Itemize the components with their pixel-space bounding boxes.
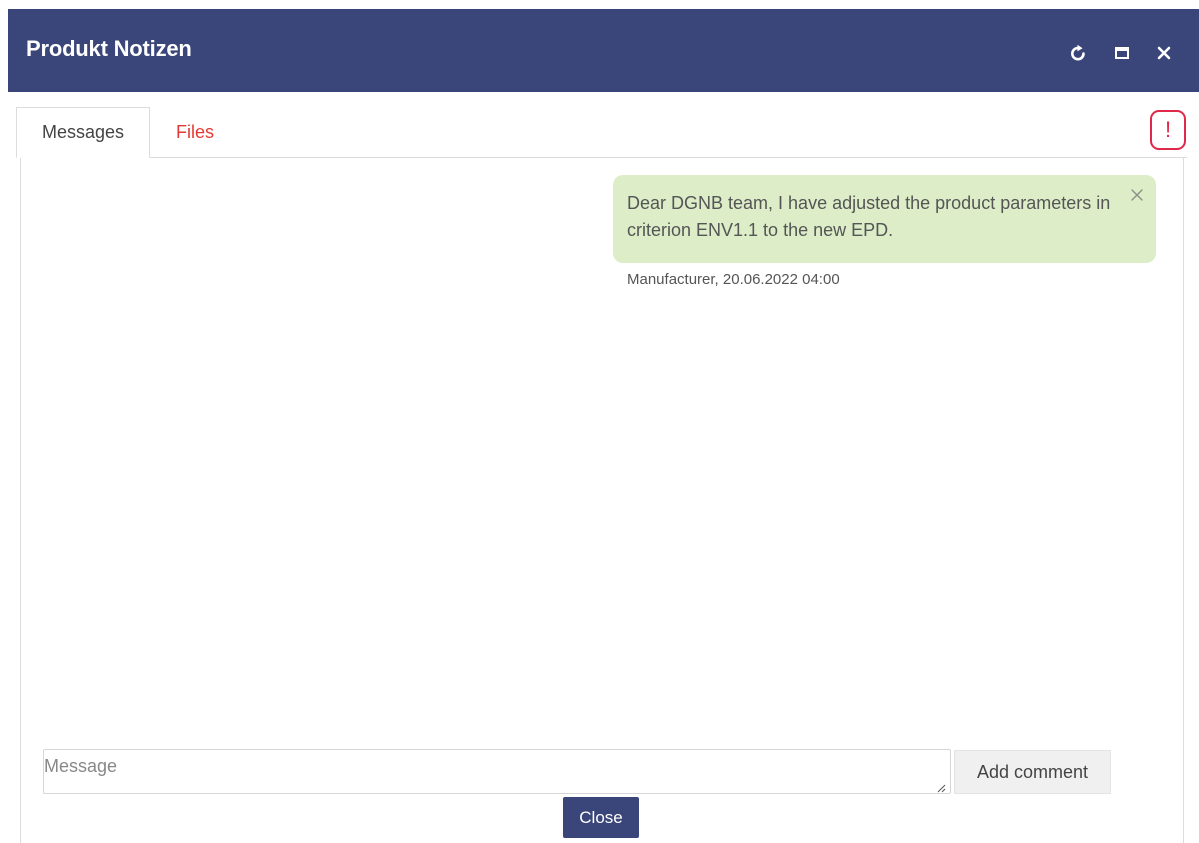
message-bubble: Dear DGNB team, I have adjusted the prod…	[613, 175, 1156, 263]
close-icon[interactable]	[1153, 42, 1175, 64]
dialog-title: Produkt Notizen	[26, 36, 192, 61]
add-comment-button[interactable]: Add comment	[954, 750, 1111, 794]
refresh-icon[interactable]	[1067, 42, 1089, 64]
close-button[interactable]: Close	[563, 797, 639, 838]
tab-files[interactable]: Files	[150, 107, 240, 157]
maximize-icon[interactable]	[1111, 42, 1133, 64]
message-input[interactable]	[43, 749, 951, 794]
message-text: Dear DGNB team, I have adjusted the prod…	[627, 193, 1111, 240]
alert-icon[interactable]: !	[1150, 110, 1186, 150]
resize-handle-icon[interactable]	[936, 780, 946, 793]
dismiss-message-icon[interactable]	[1130, 183, 1144, 201]
tab-messages[interactable]: Messages	[16, 107, 150, 158]
dialog-titlebar: Produkt Notizen	[8, 9, 1199, 92]
tab-bar: Messages Files	[16, 107, 1187, 158]
message-meta: Manufacturer, 20.06.2022 04:00	[627, 271, 840, 288]
